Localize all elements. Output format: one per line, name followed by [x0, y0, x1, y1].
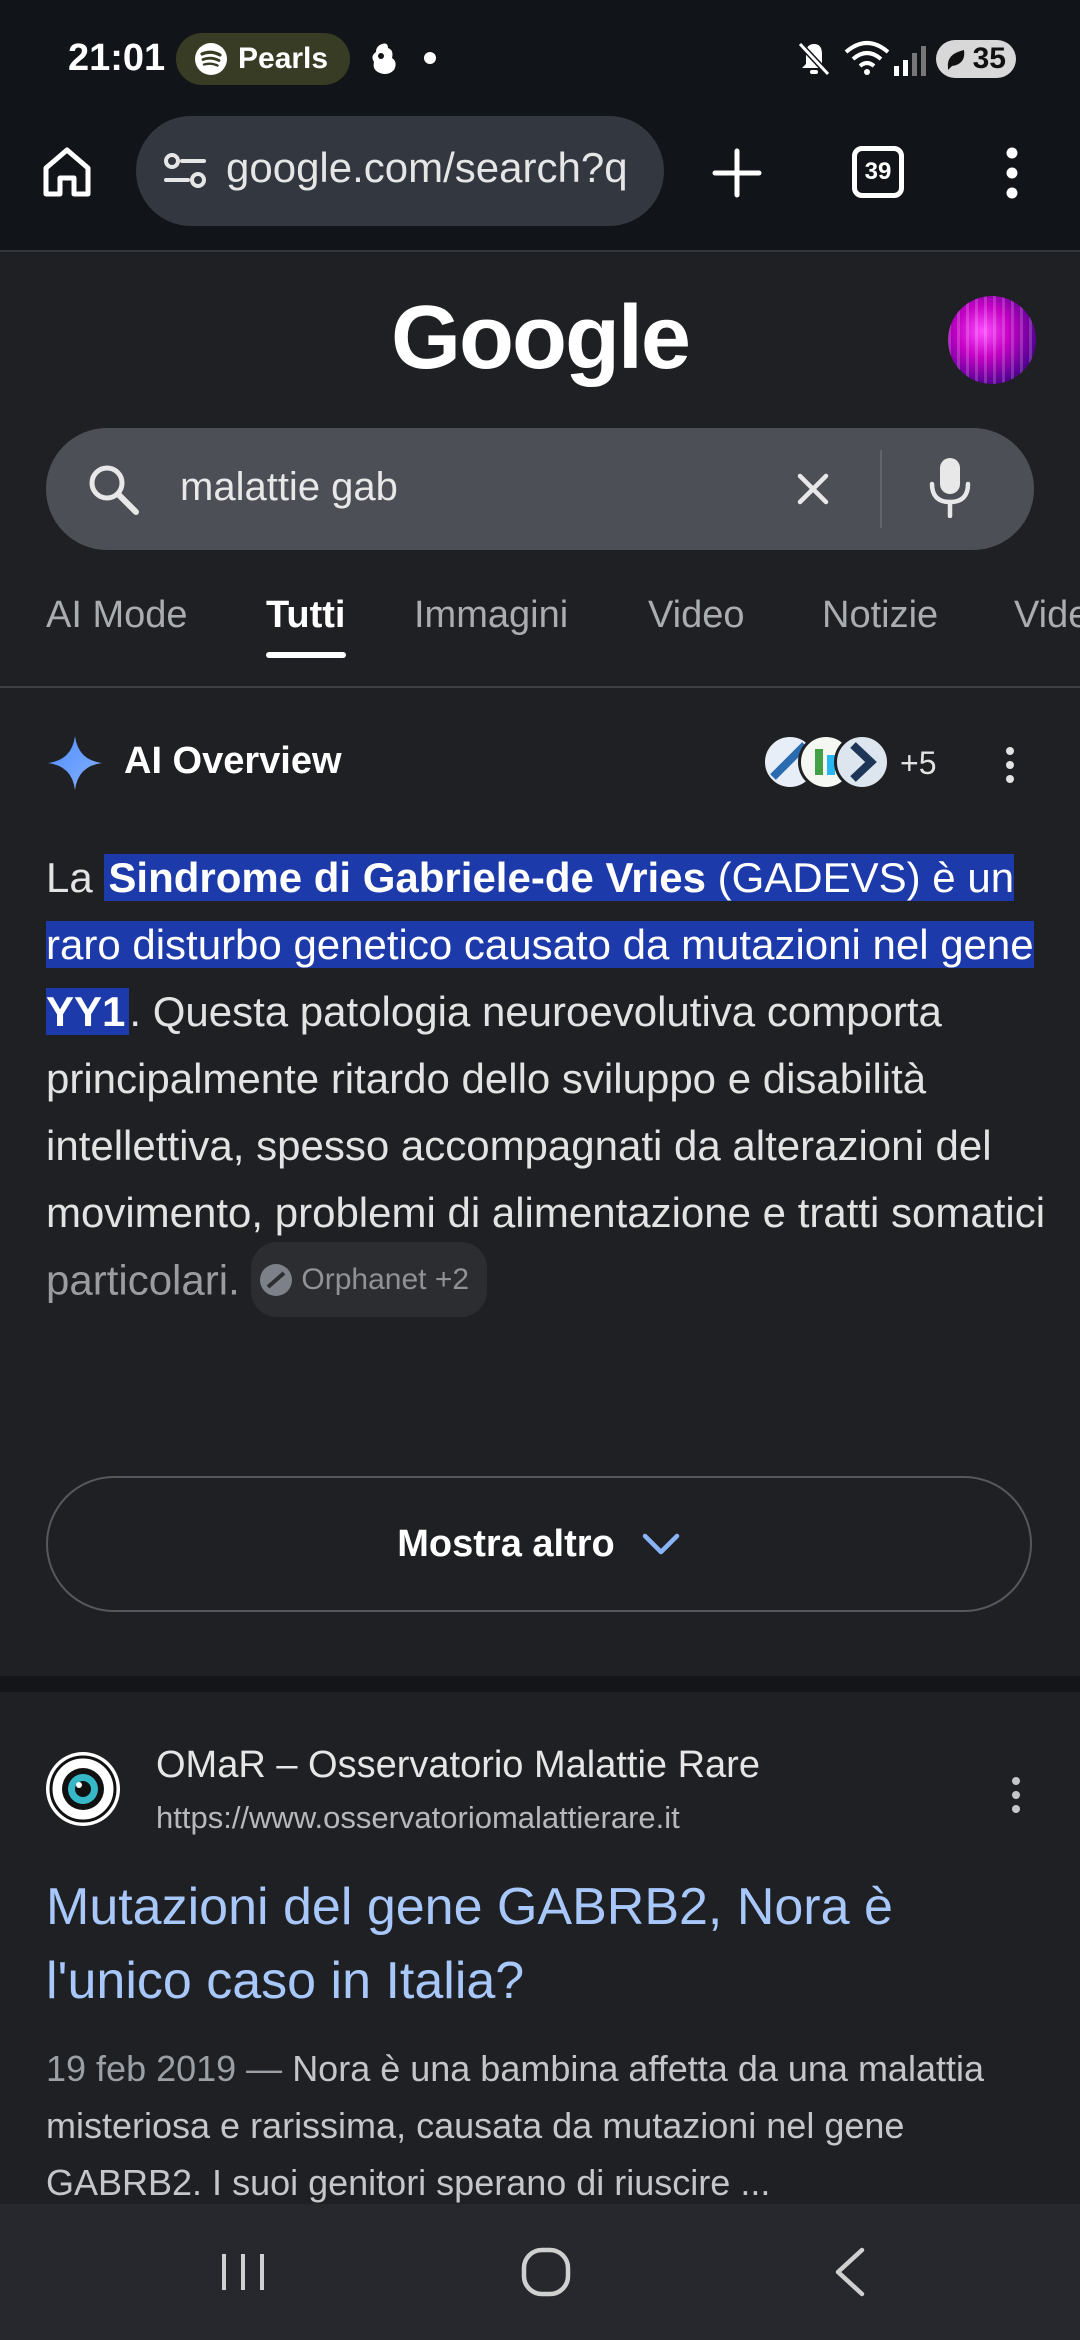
home-icon[interactable]	[40, 146, 94, 198]
active-tab-indicator	[266, 652, 346, 658]
signal-icon	[892, 44, 928, 76]
search-divider	[880, 450, 882, 528]
battery-level: 35	[972, 42, 1006, 75]
ai-sources-more[interactable]: +5	[900, 745, 936, 782]
overflow-menu-icon[interactable]	[1000, 146, 1024, 200]
mute-icon	[796, 40, 832, 78]
battery-saver-icon	[944, 46, 968, 72]
spotify-icon	[194, 42, 228, 76]
ai-sources-avatars[interactable]	[762, 734, 892, 790]
music-pill[interactable]: Pearls	[176, 33, 351, 85]
result-title-link[interactable]: Mutazioni del gene GABRB2, Nora è l'unic…	[46, 1870, 1026, 2018]
status-time: 21:01	[68, 37, 166, 79]
ai-highlight-1: Sindrome di Gabriele-de Vries	[108, 854, 706, 901]
home-circle-icon[interactable]	[520, 2246, 572, 2298]
clear-icon[interactable]	[796, 472, 830, 506]
tab-count: 39	[864, 158, 892, 185]
ai-overview-text: La Sindrome di Gabriele-de Vries (GADEVS…	[46, 844, 1046, 1321]
music-pill-label: Pearls	[238, 42, 329, 75]
result-menu-icon[interactable]	[1006, 1776, 1026, 1814]
tabs-divider	[0, 686, 1080, 688]
ai-text-faded: particolari.	[46, 1256, 240, 1304]
result-snippet: 19 feb 2019 — Nora è una bambina affetta…	[46, 2040, 1036, 2211]
url-text: google.com/search?q	[226, 144, 628, 191]
chevron-down-icon	[641, 1532, 681, 1556]
tab-video[interactable]: Video	[648, 594, 745, 637]
citation-chip[interactable]: Orphanet +2	[251, 1242, 488, 1317]
recent-apps-icon[interactable]	[218, 2250, 268, 2294]
ai-sparkle-icon	[46, 734, 104, 792]
back-icon[interactable]	[830, 2246, 870, 2298]
new-tab-icon[interactable]	[712, 148, 762, 198]
show-more-label: Mostra altro	[397, 1522, 615, 1565]
battery-indicator: 35	[936, 40, 1016, 78]
notification-app-icon	[368, 40, 400, 78]
site-settings-icon[interactable]	[162, 152, 208, 190]
ai-text-prefix: La	[46, 854, 105, 901]
tab-ai-mode[interactable]: AI Mode	[46, 594, 188, 637]
wifi-icon	[844, 40, 890, 76]
ai-overview-title: AI Overview	[124, 740, 342, 782]
result-site-url[interactable]: https://www.osservatoriomalattierare.it	[156, 1800, 680, 1836]
section-divider	[0, 1676, 1080, 1692]
tab-images[interactable]: Immagini	[414, 594, 568, 637]
show-more-button[interactable]: Mostra altro	[46, 1476, 1032, 1612]
ai-text-rest: . Questa patologia neuroevolutiva compor…	[46, 988, 1046, 1236]
search-input[interactable]: malattie gab	[180, 465, 398, 510]
tab-news[interactable]: Notizie	[822, 594, 938, 637]
result-date: 19 feb 2019 —	[46, 2048, 293, 2089]
citation-label: Orphanet +2	[301, 1263, 470, 1296]
avatar[interactable]	[948, 296, 1036, 384]
tab-all[interactable]: Tutti	[266, 594, 345, 637]
ai-overview-menu-icon[interactable]	[1000, 746, 1020, 784]
result-site-name[interactable]: OMaR – Osservatorio Malattie Rare	[156, 1744, 760, 1787]
orphanet-icon	[259, 1263, 293, 1297]
tabs-icon[interactable]: 39	[852, 146, 904, 198]
mic-icon[interactable]	[928, 456, 972, 518]
notification-dot	[424, 52, 436, 64]
tab-video-2[interactable]: Vide	[1014, 594, 1080, 637]
ai-highlight-3: YY1	[46, 988, 126, 1035]
search-icon	[86, 462, 140, 516]
address-bar[interactable]: google.com/search?q	[136, 116, 664, 226]
source-avatar-3	[834, 734, 890, 790]
search-tabs: AI Mode Tutti Immagini Video Notizie Vid…	[0, 580, 1080, 688]
site-favicon[interactable]	[46, 1752, 120, 1826]
google-logo[interactable]: Google	[0, 288, 1080, 388]
